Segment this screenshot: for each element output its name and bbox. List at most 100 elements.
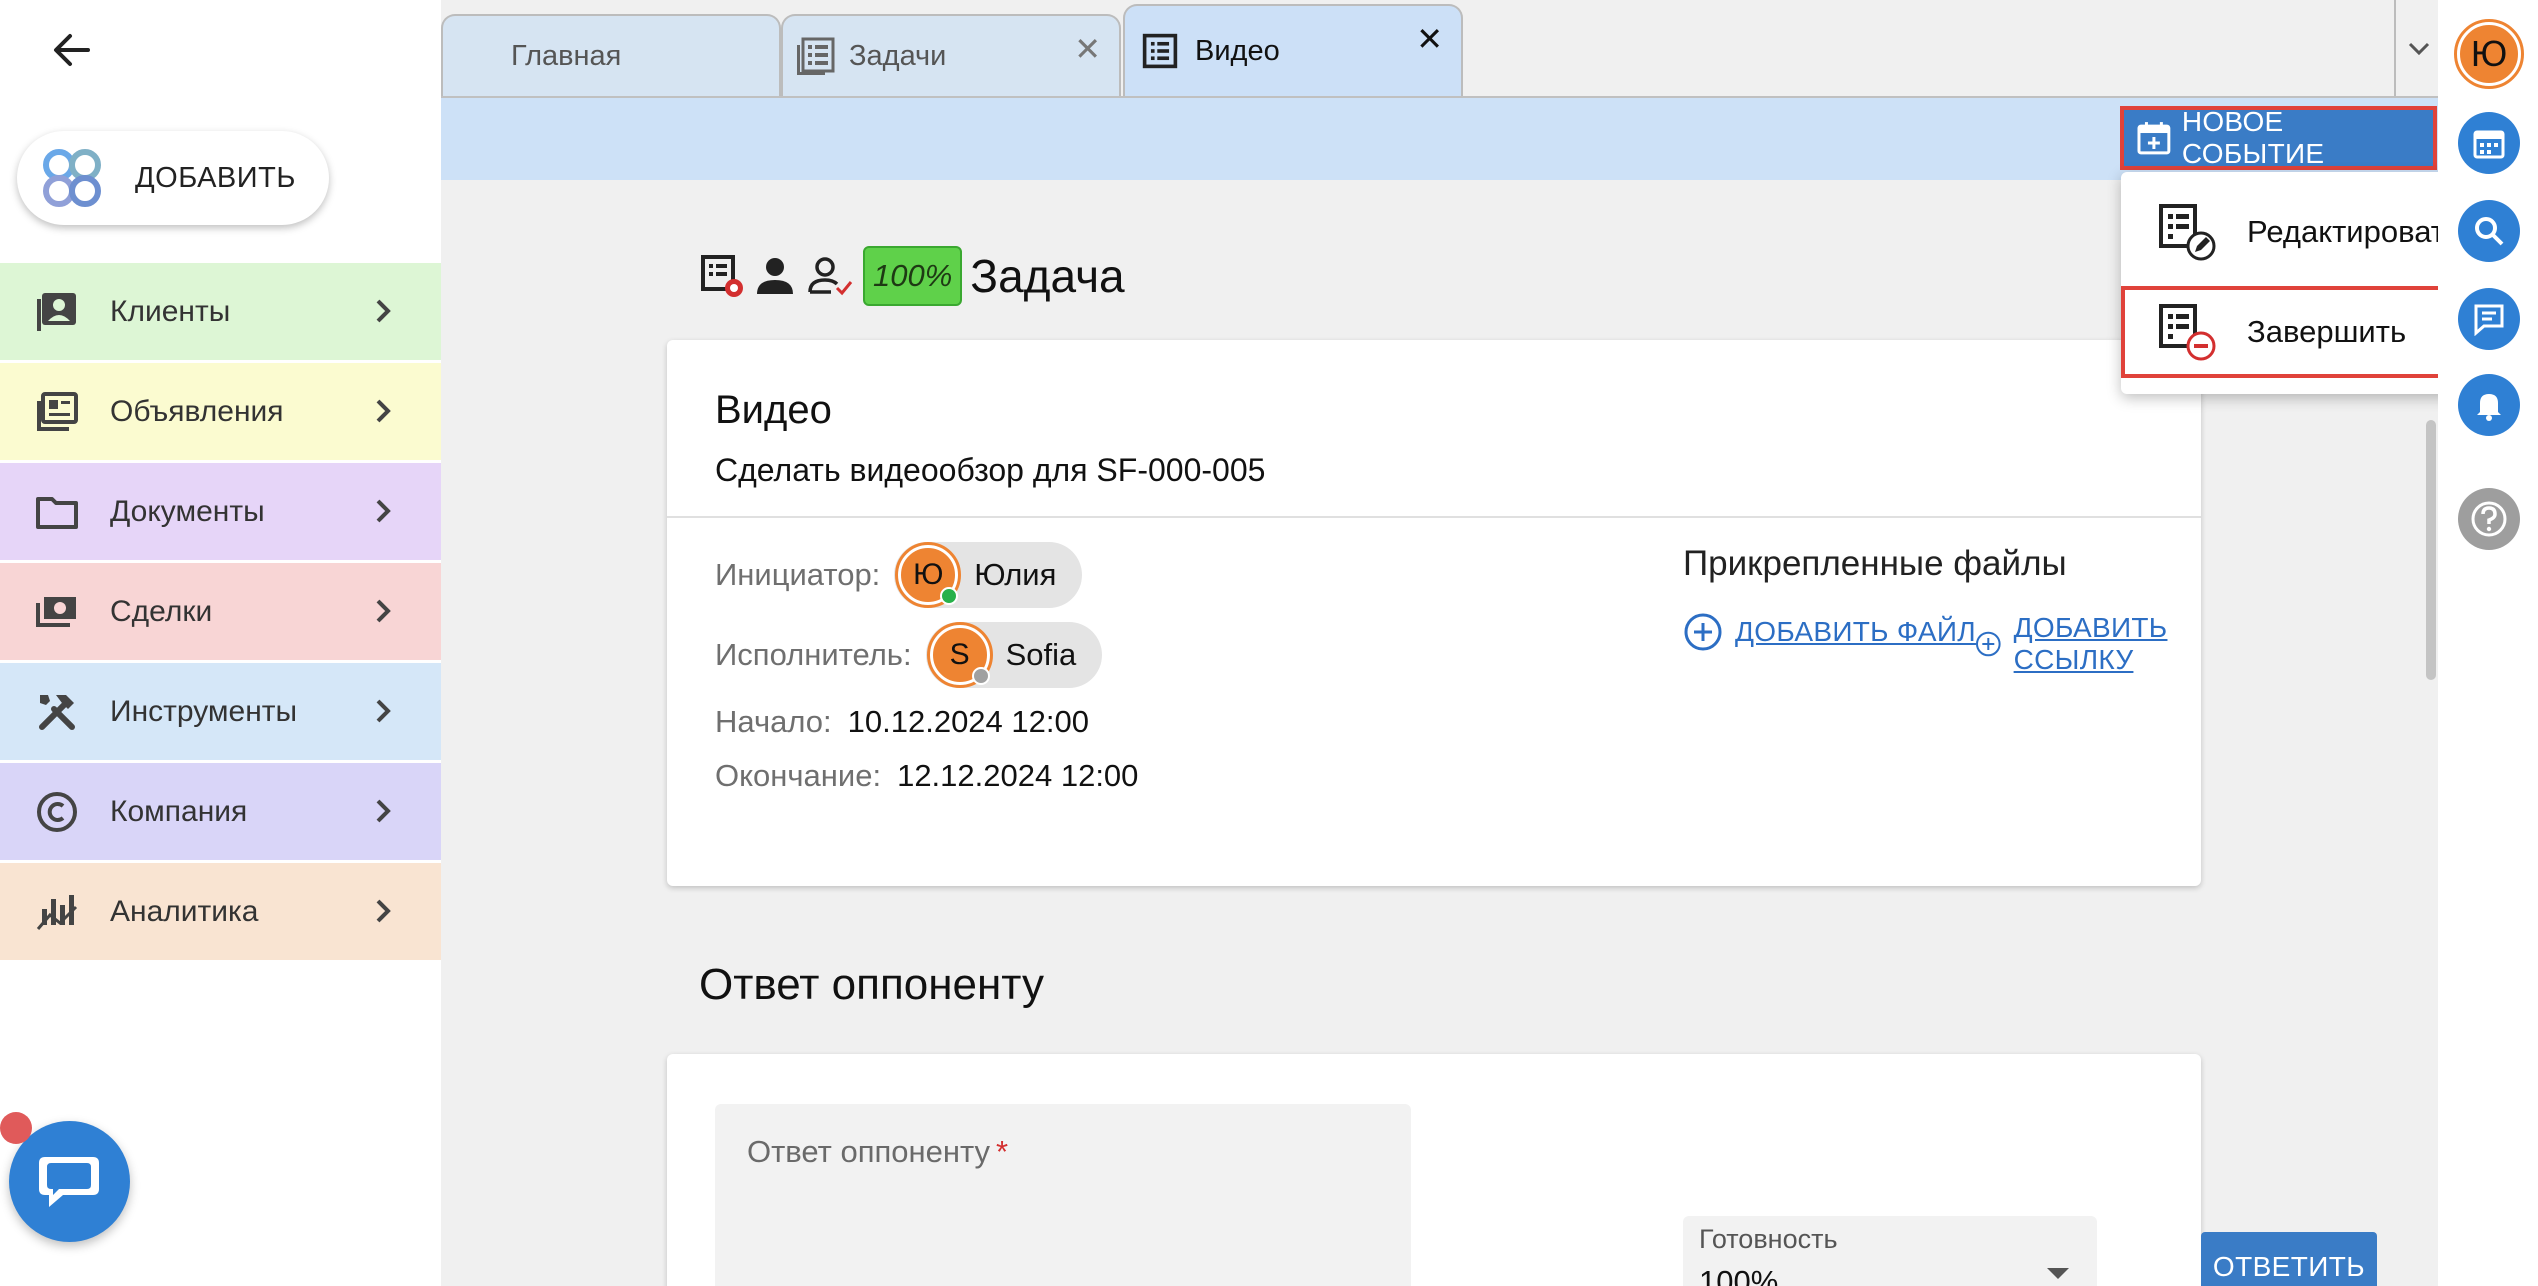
reply-textarea[interactable]: Ответ оппоненту * (715, 1104, 1411, 1286)
chevron-down-icon (2408, 42, 2430, 56)
initiator-chip[interactable]: Ю Юлия (894, 542, 1083, 608)
help-button[interactable] (2458, 488, 2520, 550)
reply-placeholder-text: Ответ оппоненту (747, 1134, 991, 1169)
messages-button[interactable] (2458, 288, 2520, 350)
copyright-icon (37, 791, 77, 832)
sidebar: ДОБАВИТЬ Клиенты Объявления Документы Сд… (0, 0, 441, 1286)
end-value: 12.12.2024 12:00 (897, 758, 1139, 793)
avatar: Ю (895, 542, 962, 608)
bell-icon (2477, 394, 2501, 421)
back-arrow-icon[interactable] (48, 26, 96, 74)
task-heading: 100% Задача (699, 244, 1125, 308)
add-button-label: ДОБАВИТЬ (135, 161, 296, 194)
chevron-right-icon (376, 499, 391, 523)
new-event-button[interactable]: НОВОЕ СОБЫТИЕ (2120, 106, 2437, 170)
task-card: Видео Сделать видеообзор для SF-000-005 … (667, 340, 2201, 886)
sidebar-item-listings[interactable]: Объявления (0, 363, 441, 460)
task-overdue-icon (701, 255, 743, 297)
task-list-icon (797, 37, 835, 75)
tab-label: Видео (1195, 34, 1280, 67)
tab-video[interactable]: Видео ✕ (1123, 4, 1463, 96)
chat-icon (39, 1157, 99, 1207)
person-icon (757, 258, 793, 294)
avatar: S (926, 622, 993, 688)
actions-menu: Редактировать Завершить (2121, 172, 2485, 394)
add-circle-icon (1975, 631, 2001, 657)
readiness-select[interactable]: Готовность 100% (1683, 1216, 2097, 1286)
chevron-right-icon (376, 799, 391, 823)
notification-dot (0, 1112, 32, 1144)
start-field: Начало: 10.12.2024 12:00 (715, 704, 1089, 740)
add-link-label: ДОБАВИТЬ ССЫЛКУ (2013, 612, 2168, 675)
calendar-icon (2473, 130, 2505, 159)
reply-placeholder: Ответ оппоненту * (747, 1134, 1008, 1170)
readiness-value: 100% (1699, 1264, 1779, 1286)
message-icon (2474, 304, 2504, 336)
sidebar-item-label: Сделки (110, 594, 213, 628)
offline-status-dot (971, 667, 990, 685)
add-button[interactable]: ДОБАВИТЬ (17, 131, 329, 225)
sidebar-item-label: Объявления (110, 394, 284, 428)
avatar-initial: S (949, 638, 970, 671)
sidebar-item-analytics[interactable]: Аналитика (0, 863, 441, 960)
add-circle-icon (1684, 613, 1722, 651)
add-link-link[interactable]: ДОБАВИТЬ ССЫЛКУ (1975, 612, 2201, 676)
tab-home[interactable]: Главная (441, 14, 781, 96)
chevron-right-icon (376, 699, 391, 723)
sidebar-item-label: Аналитика (110, 894, 259, 928)
close-icon[interactable]: ✕ (1074, 30, 1101, 68)
sidebar-item-label: Инструменты (110, 694, 298, 728)
readiness-label: Готовность (1699, 1224, 1838, 1254)
reply-card: Ответ оппоненту * Готовность 100% ОТВЕТИТ… (667, 1054, 2377, 1286)
attached-files-title: Прикрепленные файлы (1683, 544, 2067, 583)
chevron-right-icon (376, 599, 391, 623)
edit-task-icon (2159, 204, 2216, 261)
analytics-icon (36, 894, 78, 930)
menu-item-label: Редактировать (2247, 214, 2462, 249)
menu-item-label: Завершить (2247, 314, 2407, 349)
scrollbar-thumb[interactable] (2426, 420, 2436, 680)
sidebar-item-documents[interactable]: Документы (0, 463, 441, 560)
close-icon[interactable]: ✕ (1416, 20, 1443, 58)
nav-list: Клиенты Объявления Документы Сделки Инст… (0, 263, 441, 963)
sidebar-item-clients[interactable]: Клиенты (0, 263, 441, 360)
sidebar-item-label: Компания (110, 794, 248, 828)
tools-icon (39, 694, 75, 730)
reply-section-title: Ответ оппоненту (699, 960, 1044, 1009)
sidebar-item-company[interactable]: Компания (0, 763, 441, 860)
contacts-icon (37, 292, 76, 331)
menu-item-edit[interactable]: Редактировать (2121, 186, 2485, 278)
chevron-right-icon (376, 299, 391, 323)
end-field: Окончание: 12.12.2024 12:00 (715, 758, 1138, 794)
calendar-button[interactable] (2458, 112, 2520, 174)
calendar-add-icon (2137, 122, 2171, 155)
notifications-button[interactable] (2458, 374, 2520, 436)
chevron-right-icon (376, 899, 391, 923)
tabs-dropdown-button[interactable] (2394, 0, 2438, 96)
executor-chip[interactable]: S Sofia (925, 622, 1103, 688)
new-event-label: НОВОЕ СОБЫТИЕ (2181, 106, 2325, 169)
reply-button[interactable]: ОТВЕТИТЬ (2201, 1232, 2377, 1286)
task-list-icon (1142, 33, 1178, 69)
right-rail: Ю (2438, 0, 2538, 1286)
add-file-link[interactable]: ДОБАВИТЬ ФАЙЛ (1683, 612, 1976, 652)
search-button[interactable] (2458, 200, 2520, 262)
executor-field: Исполнитель: S Sofia (715, 622, 1103, 688)
required-mark: * (996, 1134, 1009, 1169)
initiator-field: Инициатор: Ю Юлия (715, 542, 1083, 608)
user-avatar[interactable]: Ю (2454, 19, 2524, 89)
online-status-dot (940, 587, 959, 605)
app-logo-icon (43, 149, 101, 207)
menu-item-finish[interactable]: Завершить (2121, 286, 2485, 378)
finish-task-icon (2159, 304, 2216, 361)
tab-tasks[interactable]: Задачи ✕ (781, 14, 1121, 96)
folder-icon (36, 496, 78, 529)
sidebar-item-deals[interactable]: Сделки (0, 563, 441, 660)
tab-label: Главная (511, 39, 622, 72)
tab-label: Задачи (849, 39, 947, 72)
money-icon (36, 596, 76, 627)
chevron-right-icon (376, 399, 391, 423)
sidebar-item-tools[interactable]: Инструменты (0, 663, 441, 760)
start-label: Начало: (715, 704, 832, 739)
search-icon (2475, 217, 2504, 246)
